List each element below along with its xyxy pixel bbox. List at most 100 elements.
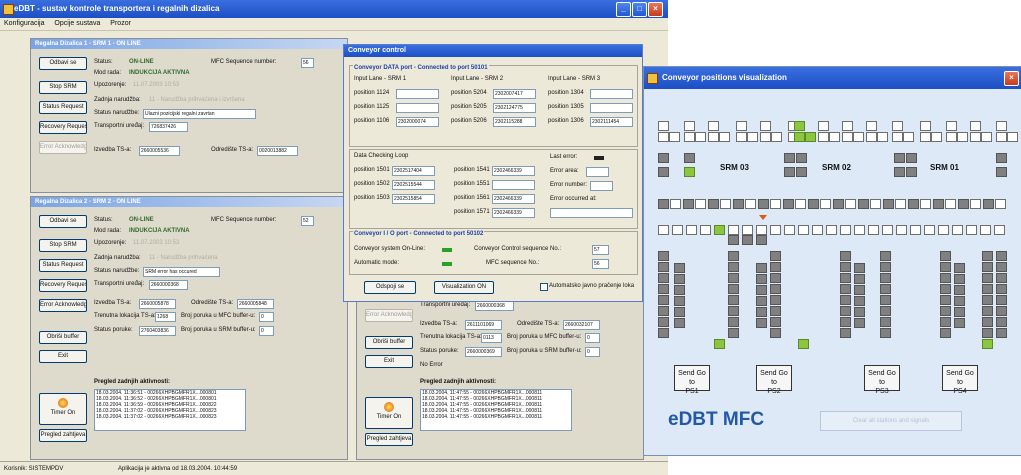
- srm02-label: SRM 02: [822, 163, 851, 172]
- auto-tracking-checkbox[interactable]: [540, 283, 548, 291]
- lane3-pos-label: position 1305: [548, 104, 584, 110]
- ctrl-seq-label: Conveyor Control sequence No.:: [474, 246, 562, 252]
- srm3-obrisi-buffer-button[interactable]: Obriši buffer: [365, 336, 413, 349]
- conveyor-position-cell: [833, 199, 844, 209]
- conveyor-position-cell: [933, 199, 944, 209]
- send-go-ps1-button[interactable]: Send Go to PS1: [674, 365, 710, 395]
- srm2-upozorenje-label: Upozorenje:: [94, 240, 127, 246]
- srm2-obrisi-buffer-button[interactable]: Obriši buffer: [39, 331, 87, 344]
- visualization-on-button[interactable]: Visualization ON: [434, 281, 494, 294]
- conveyor-position-cell: [996, 121, 1007, 131]
- srm1-panel: Regalna Dizalica 1 - SRM 1 - ON LINE Odb…: [30, 38, 348, 193]
- srm1-mode-value: INDUKCIJA AKTIVNA: [129, 70, 190, 76]
- conveyor-position-cell: [794, 121, 805, 131]
- conveyor-position-cell: [880, 262, 891, 272]
- srm2-odbavi-button[interactable]: Odbavi se: [39, 215, 87, 228]
- conveyor-position-cell: [906, 153, 917, 163]
- menu-opcije[interactable]: Opcije sustava: [54, 20, 100, 27]
- srm2-status-label: Status:: [94, 217, 113, 223]
- srm1-status-request-button[interactable]: Status Request: [39, 101, 87, 114]
- srm2-stop-button[interactable]: Stop SRM: [39, 239, 87, 252]
- srm1-error-ack-button[interactable]: Error Acknowledge: [39, 141, 87, 154]
- srm2-log-list[interactable]: 18.03.2004. 11:36:51 - 00266XHPBGMFR1X..…: [94, 389, 246, 431]
- lane3-pos-value: [590, 89, 633, 99]
- conveyor-position-cell: [996, 328, 1007, 338]
- dcl-title: Data Checking Loop: [354, 153, 409, 159]
- srm1-ukupno-value: Ulazni pozicijski regalni zavrtan: [143, 109, 256, 119]
- minimize-button[interactable]: _: [616, 2, 631, 17]
- conveyor-position-cell: [842, 132, 853, 142]
- srm2-trenutna-value: 1268: [155, 312, 176, 322]
- srm3-log-list[interactable]: 18.03.2004. 11:47:55 - 00266XHPBGMFR1X..…: [420, 389, 572, 431]
- dcl-pos-value: 2302466339: [492, 166, 535, 176]
- error-occurred-label: Error occurred at:: [550, 196, 597, 202]
- srm2-pregled-button[interactable]: Pregled zahtjeva: [39, 429, 87, 442]
- srm3-pregled-button[interactable]: Pregled zahtjeva: [365, 433, 413, 446]
- conveyor-position-cell: [714, 225, 725, 235]
- error-number-label: Error number:: [550, 182, 588, 188]
- srm2-error-ack-button[interactable]: Error Acknowledge: [39, 299, 87, 312]
- conveyor-position-cell: [805, 132, 816, 142]
- maximize-button[interactable]: □: [632, 2, 647, 17]
- list-item[interactable]: 18.03.2004. 11:37:02 - 00266XHPBGMFR1X..…: [95, 414, 245, 420]
- send-go-ps3-button[interactable]: Send Go to PS3: [864, 365, 900, 395]
- list-item[interactable]: 18.03.2004. 11:47:55 - 00266XHPBGMFR1X..…: [421, 414, 571, 420]
- srm2-exit-button[interactable]: Exit: [39, 350, 87, 363]
- menu-konfiguracija[interactable]: Konfiguracija: [4, 20, 44, 27]
- conveyor-position-cell: [840, 262, 851, 272]
- conveyor-position-cell: [880, 251, 891, 261]
- conveyor-position-cell: [728, 262, 739, 272]
- io-port-title: Conveyor I / O port - Connected to port …: [353, 231, 485, 237]
- conveyor-position-cell: [940, 306, 951, 316]
- conveyor-position-cell: [840, 225, 851, 235]
- conveyor-position-cell: [954, 318, 965, 328]
- dcl-pos-label: position 1561: [454, 195, 490, 201]
- srm2-broj-mfc-label: Broj poruka u MFC buffer-u:: [181, 313, 256, 319]
- srm3-broj-mfc-label: Broj poruka u MFC buffer-u:: [507, 334, 582, 340]
- srm2-status-request-button[interactable]: Status Request: [39, 259, 87, 272]
- srm1-recovery-request-button[interactable]: Recovery Request: [39, 121, 87, 134]
- conveyor-position-cell: [728, 328, 739, 338]
- last-error-label: Last error:: [550, 154, 578, 160]
- status-bar: Korisnik: SISTEMPDV Aplikacija je aktivn…: [0, 461, 668, 475]
- conveyor-position-cell: [995, 199, 1006, 209]
- conveyor-position-cell: [770, 306, 781, 316]
- conveyor-position-cell: [982, 295, 993, 305]
- srm1-stop-button[interactable]: Stop SRM: [39, 81, 87, 94]
- srm1-odbavi-button[interactable]: Odbavi se: [39, 57, 87, 70]
- conveyor-position-cell: [940, 328, 951, 338]
- close-button[interactable]: ×: [648, 2, 663, 17]
- timer-icon: [58, 398, 68, 408]
- lane2-pos-label: position 5205: [451, 104, 487, 110]
- conveyor-position-cell: [783, 199, 794, 209]
- srm3-timer-button[interactable]: Timer On: [365, 397, 413, 429]
- conveyor-position-cell: [854, 225, 865, 235]
- dcl-pos-value: 2302466339: [492, 194, 535, 204]
- conveyor-position-cell: [954, 263, 965, 273]
- srm2-mfc-value: 52: [301, 216, 314, 226]
- dcl-pos-value: [492, 180, 535, 190]
- menu-prozor[interactable]: Prozor: [110, 20, 131, 27]
- conveyor-position-cell: [684, 153, 695, 163]
- conveyor-position-cell: [658, 273, 669, 283]
- send-go-ps2-button[interactable]: Send Go to PS2: [756, 365, 792, 395]
- srm3-exit-button[interactable]: Exit: [365, 355, 413, 368]
- conveyor-position-cell: [910, 225, 921, 235]
- clear-stations-button[interactable]: Clear all stations and signals: [820, 411, 962, 431]
- srm3-transport-value: 2660000368: [475, 301, 514, 311]
- srm3-izvedba-label: Izvedba TS-a:: [420, 321, 458, 327]
- srm2-timer-button[interactable]: Timer On: [39, 393, 87, 425]
- lane3-pos-label: position 1306: [548, 118, 584, 124]
- send-go-ps4-button[interactable]: Send Go to PS4: [942, 365, 978, 395]
- odspoji-button[interactable]: Odspoji se: [364, 281, 416, 294]
- conveyor-position-cell: [658, 199, 669, 209]
- conveyor-position-cell: [840, 328, 851, 338]
- dcl-pos-value: 2302517404: [392, 166, 435, 176]
- conveyor-position-cell: [658, 262, 669, 272]
- srm3-error-ack-button[interactable]: Error Acknowledge: [365, 309, 413, 322]
- conveyor-position-cell: [756, 235, 767, 245]
- lane1-label: Input Lane - SRM 1: [354, 76, 407, 82]
- srm2-recovery-request-button[interactable]: Recovery Request: [39, 279, 87, 292]
- conveyor-position-cell: [658, 132, 669, 142]
- visualization-close-button[interactable]: ×: [1004, 71, 1019, 86]
